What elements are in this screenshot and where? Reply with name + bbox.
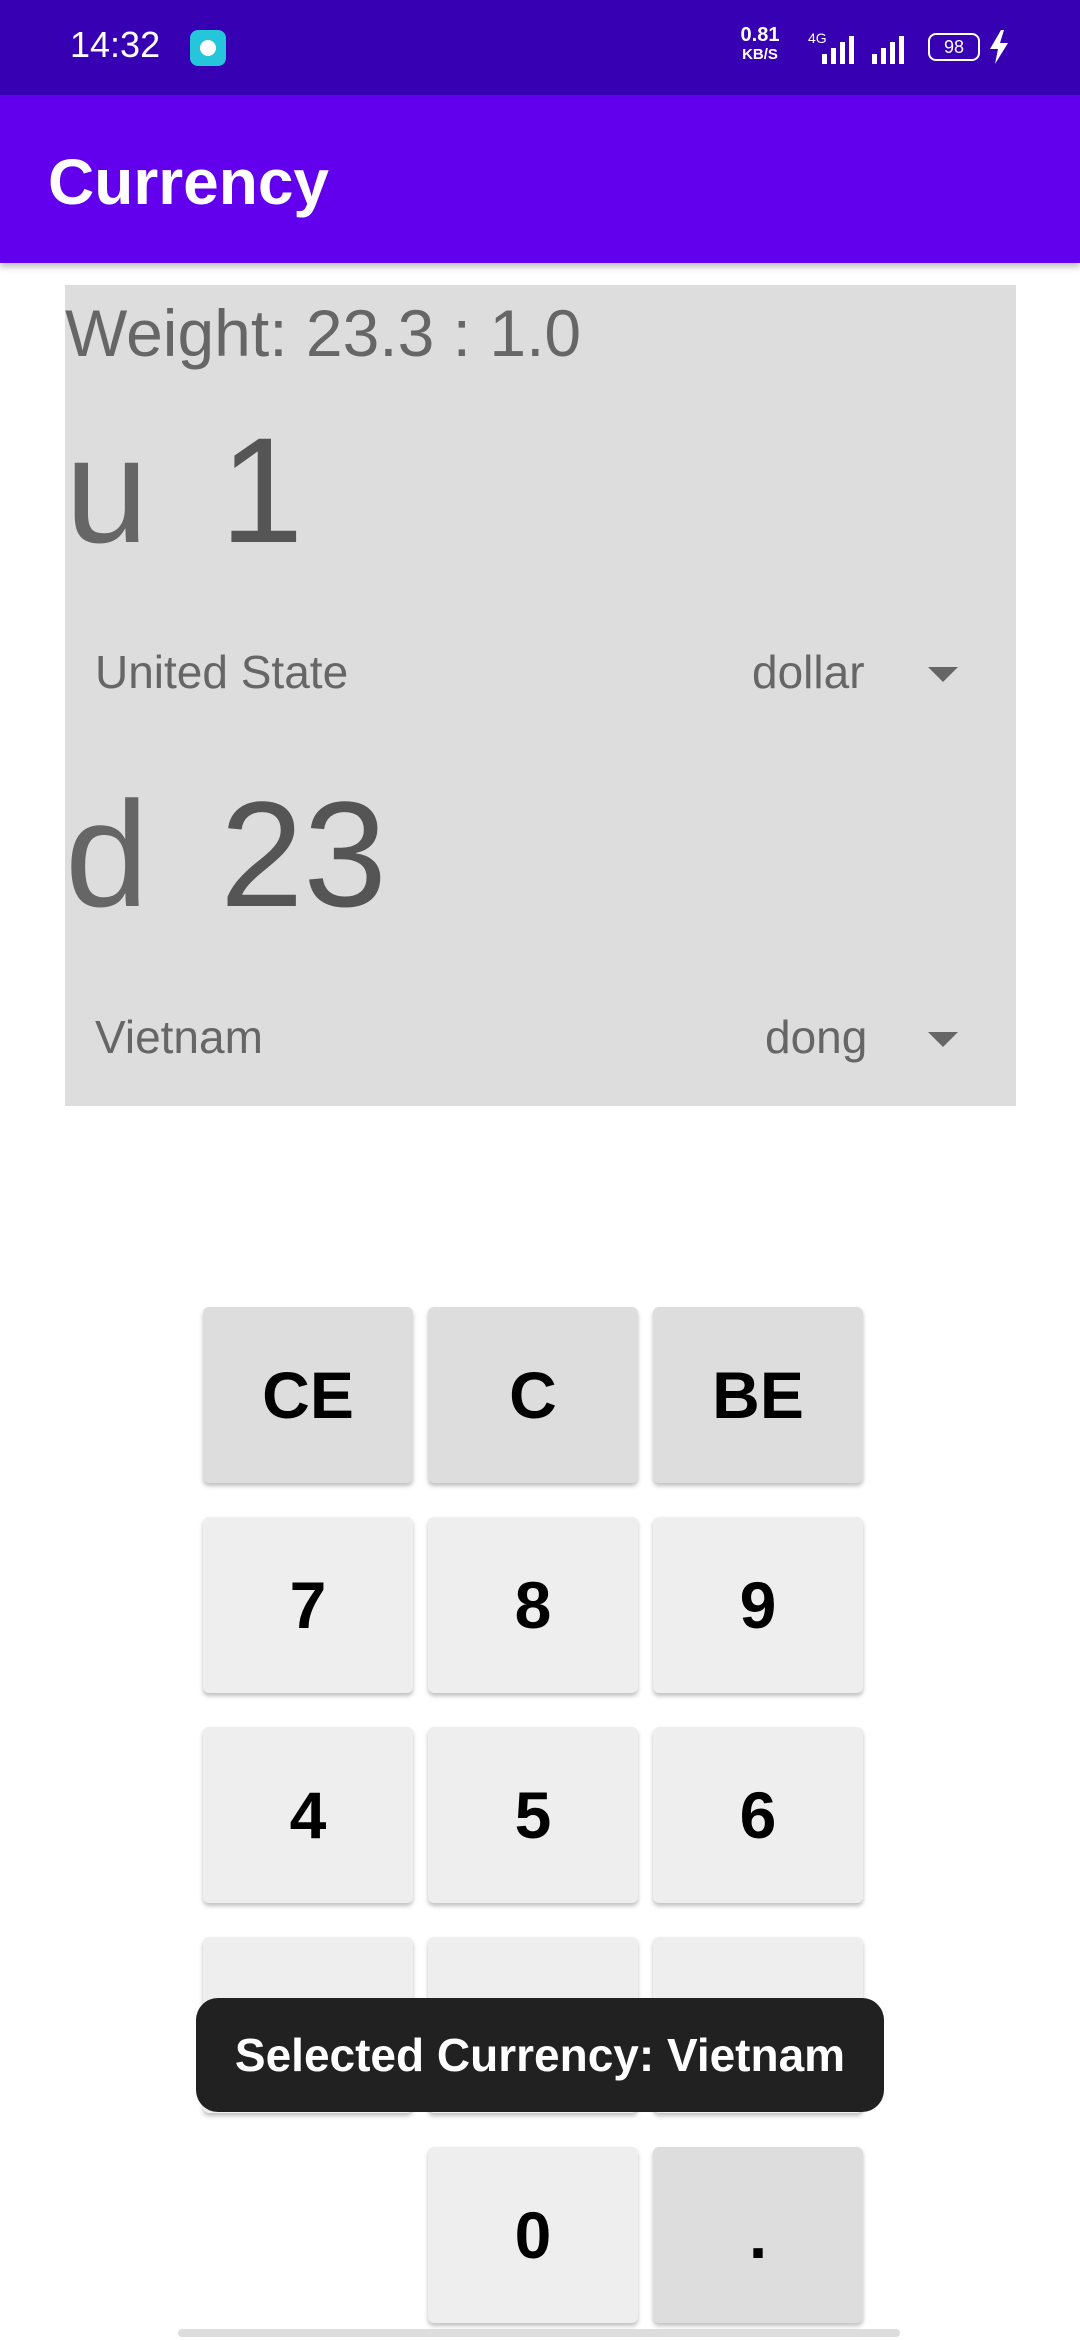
weight-label: Weight: 23.3 : 1.0 xyxy=(65,296,582,370)
to-currency-dropdown[interactable]: Vietnam dong xyxy=(95,1000,1015,1080)
network-speed-value: 0.81 xyxy=(740,24,780,46)
dropdown-arrow-icon xyxy=(928,1032,958,1047)
converter-panel: Weight: 23.3 : 1.0 u1 United State dolla… xyxy=(65,285,1016,1106)
from-country-label: United State xyxy=(95,646,349,698)
signal-icon xyxy=(872,36,904,64)
from-prefix: u xyxy=(65,406,149,574)
battery-level: 98 xyxy=(943,37,965,57)
key-7-button[interactable]: 7 xyxy=(203,1517,413,1693)
battery-icon: 98 xyxy=(928,33,980,61)
key-8-button[interactable]: 8 xyxy=(428,1517,638,1693)
from-unit-label: dollar xyxy=(752,646,865,698)
charging-icon xyxy=(990,30,1008,64)
scroll-indicator xyxy=(178,2329,900,2337)
from-value: 1 xyxy=(220,406,304,574)
to-country-label: Vietnam xyxy=(95,1011,263,1063)
app-bar: Currency xyxy=(0,95,1080,263)
key-4-button[interactable]: 4 xyxy=(203,1727,413,1903)
from-currency-dropdown[interactable]: United State dollar xyxy=(95,635,1015,715)
network-speed-unit: KB/S xyxy=(742,46,778,63)
dropdown-arrow-icon xyxy=(928,667,958,682)
clear-button[interactable]: C xyxy=(428,1307,638,1483)
key-6-button[interactable]: 6 xyxy=(653,1727,863,1903)
to-value: 23 xyxy=(220,770,387,938)
notification-app-icon xyxy=(190,30,226,66)
clear-entry-button[interactable]: CE xyxy=(203,1307,413,1483)
to-unit-label: dong xyxy=(765,1011,868,1063)
key-0-button[interactable]: 0 xyxy=(428,2147,638,2323)
status-time: 14:32 xyxy=(70,24,161,65)
to-prefix: d xyxy=(65,770,149,938)
network-speed: 0.81 KB/S xyxy=(734,24,786,64)
app-title: Currency xyxy=(48,146,329,218)
signal-icon xyxy=(822,36,854,64)
backspace-button[interactable]: BE xyxy=(653,1307,863,1483)
key-9-button[interactable]: 9 xyxy=(653,1517,863,1693)
to-value-display: d 23 xyxy=(65,779,387,929)
key-5-button[interactable]: 5 xyxy=(428,1727,638,1903)
from-value-display: u1 xyxy=(65,415,303,565)
status-bar: 14:32 0.81 KB/S 4G 98 xyxy=(0,0,1080,95)
decimal-point-button[interactable]: . xyxy=(653,2147,863,2323)
toast-message: Selected Currency: Vietnam xyxy=(196,1998,884,2112)
